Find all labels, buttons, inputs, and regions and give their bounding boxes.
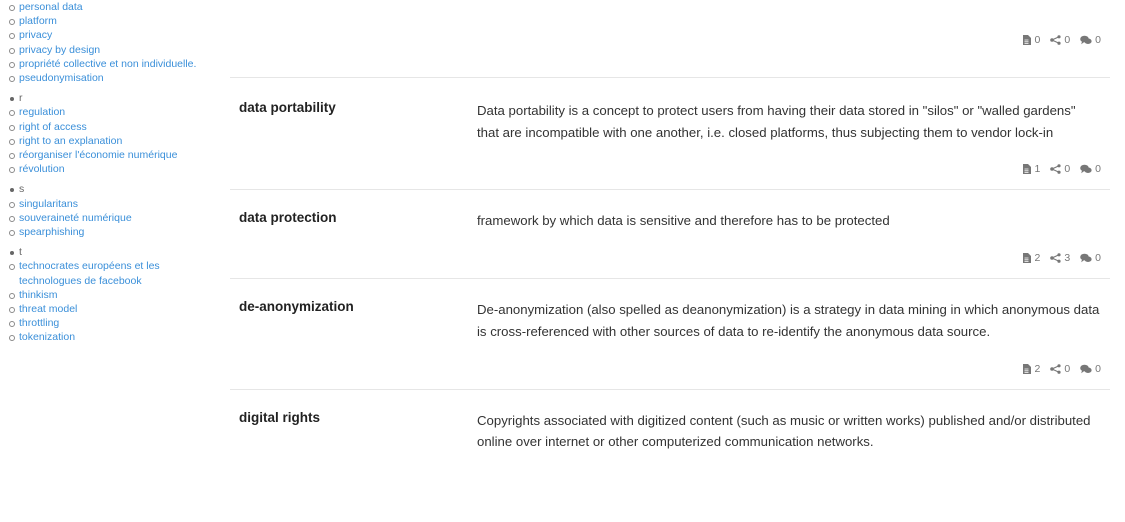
glossary-definition: Data portability is a concept to protect… xyxy=(477,103,1076,140)
sidebar: personal data platform privacy privacy by d… xyxy=(0,0,222,522)
document-count-value: 0 xyxy=(1034,34,1041,46)
comment-count-value: 0 xyxy=(1095,34,1101,46)
sidebar-link[interactable]: pseudonymisation xyxy=(8,71,222,85)
sidebar-letter-heading: r xyxy=(8,91,222,105)
share-icon xyxy=(1050,164,1061,175)
comment-count-value: 0 xyxy=(1095,362,1101,375)
glossary-definition: Copyrights associated with digitized con… xyxy=(477,412,1091,450)
sidebar-link[interactable]: personal data xyxy=(8,0,222,14)
share-count[interactable]: 0 xyxy=(1050,363,1070,375)
sidebar-link[interactable]: spearphishing xyxy=(8,225,222,239)
share-count-value: 3 xyxy=(1064,252,1071,265)
entry-content: digital rights Copyrights associated with… xyxy=(230,410,1110,453)
glossary-entries: data portability Data portability is a co… xyxy=(230,78,1110,453)
comment-count[interactable]: 0 xyxy=(1080,34,1101,46)
sidebar-link[interactable]: right of access xyxy=(8,120,222,134)
sidebar-link[interactable]: regulation xyxy=(8,105,222,119)
document-count-value: 2 xyxy=(1034,252,1041,265)
share-count-value: 0 xyxy=(1064,34,1071,46)
glossary-definition: De-anonymization (also spelled as deanon… xyxy=(477,302,1100,339)
sidebar-letter-heading: t xyxy=(8,245,222,259)
share-count-value: 0 xyxy=(1064,163,1071,176)
sidebar-link[interactable]: right to an explanation xyxy=(8,134,222,148)
entry-stats: 2 3 0 xyxy=(230,252,1110,264)
comments-icon xyxy=(1080,165,1092,174)
share-icon xyxy=(1050,35,1061,45)
sidebar-link[interactable]: révolution xyxy=(8,162,222,176)
comments-icon xyxy=(1080,364,1092,373)
sidebar-link[interactable]: technocrates européens et les technologu… xyxy=(8,259,222,287)
glossary-entry: data protection framework by which data i… xyxy=(230,190,1110,280)
document-count[interactable]: 1 xyxy=(1022,163,1040,175)
sidebar-link[interactable]: tokenization xyxy=(8,330,222,344)
sidebar-link[interactable]: propriété collective et non individuelle… xyxy=(8,57,222,71)
document-icon xyxy=(1023,253,1032,264)
sidebar-link[interactable]: thinkism xyxy=(8,288,222,302)
sidebar-link[interactable]: platform xyxy=(8,14,222,28)
glossary-list: 0 0 0 data portability Data portability i… xyxy=(230,0,1110,522)
sidebar-link[interactable]: threat model xyxy=(8,302,222,316)
glossary-entry-previous: 0 0 0 xyxy=(230,0,1110,78)
entry-content: de-anonymization De-anonymization (also s… xyxy=(230,299,1110,342)
document-icon xyxy=(1023,35,1032,45)
comment-count-value: 0 xyxy=(1095,163,1101,176)
comment-count[interactable]: 0 xyxy=(1080,163,1101,175)
document-icon xyxy=(1023,363,1032,374)
entry-stats: 2 0 0 xyxy=(230,363,1110,375)
glossary-term[interactable]: de-anonymization xyxy=(230,299,477,342)
sidebar-link[interactable]: souveraineté numérique xyxy=(8,211,222,225)
sidebar-list: personal data platform privacy privacy by d… xyxy=(0,0,222,345)
glossary-entry: digital rights Copyrights associated with… xyxy=(230,390,1110,453)
share-icon xyxy=(1050,363,1061,374)
glossary-definition: framework by which data is sensitive and… xyxy=(477,213,890,229)
comment-count[interactable]: 0 xyxy=(1080,252,1101,264)
entry-content: data protection framework by which data i… xyxy=(230,210,1110,232)
document-count[interactable]: 2 xyxy=(1022,252,1040,264)
sidebar-link[interactable]: singularitans xyxy=(8,197,222,211)
share-count[interactable]: 0 xyxy=(1050,163,1070,175)
document-count-value: 1 xyxy=(1034,163,1041,176)
share-icon xyxy=(1050,253,1061,263)
sidebar-link[interactable]: privacy xyxy=(8,28,222,42)
document-count[interactable]: 2 xyxy=(1022,363,1040,375)
sidebar-letter-heading: s xyxy=(8,182,222,196)
entry-stats: 0 0 0 xyxy=(230,34,1110,46)
comments-icon xyxy=(1080,253,1092,263)
comment-count-value: 0 xyxy=(1095,252,1101,265)
share-count[interactable]: 0 xyxy=(1050,34,1070,46)
glossary-entry: data portability Data portability is a co… xyxy=(230,78,1110,191)
sidebar-link[interactable]: réorganiser l'économie numérique xyxy=(8,148,222,162)
comments-icon xyxy=(1080,35,1092,45)
share-count-value: 0 xyxy=(1064,362,1071,375)
document-count[interactable]: 0 xyxy=(1022,34,1040,46)
share-count[interactable]: 3 xyxy=(1050,252,1070,264)
entry-content: data portability Data portability is a co… xyxy=(230,100,1110,143)
sidebar-link[interactable]: throttling xyxy=(8,316,222,330)
document-icon xyxy=(1023,164,1032,175)
glossary-entry: de-anonymization De-anonymization (also s… xyxy=(230,279,1110,390)
glossary-term[interactable]: data protection xyxy=(230,210,477,232)
comment-count[interactable]: 0 xyxy=(1080,363,1101,375)
entry-stats: 1 0 0 xyxy=(230,163,1110,175)
sidebar-link[interactable]: privacy by design xyxy=(8,43,222,57)
document-count-value: 2 xyxy=(1034,362,1041,375)
glossary-term[interactable]: data portability xyxy=(230,100,477,143)
glossary-term[interactable]: digital rights xyxy=(230,410,477,453)
